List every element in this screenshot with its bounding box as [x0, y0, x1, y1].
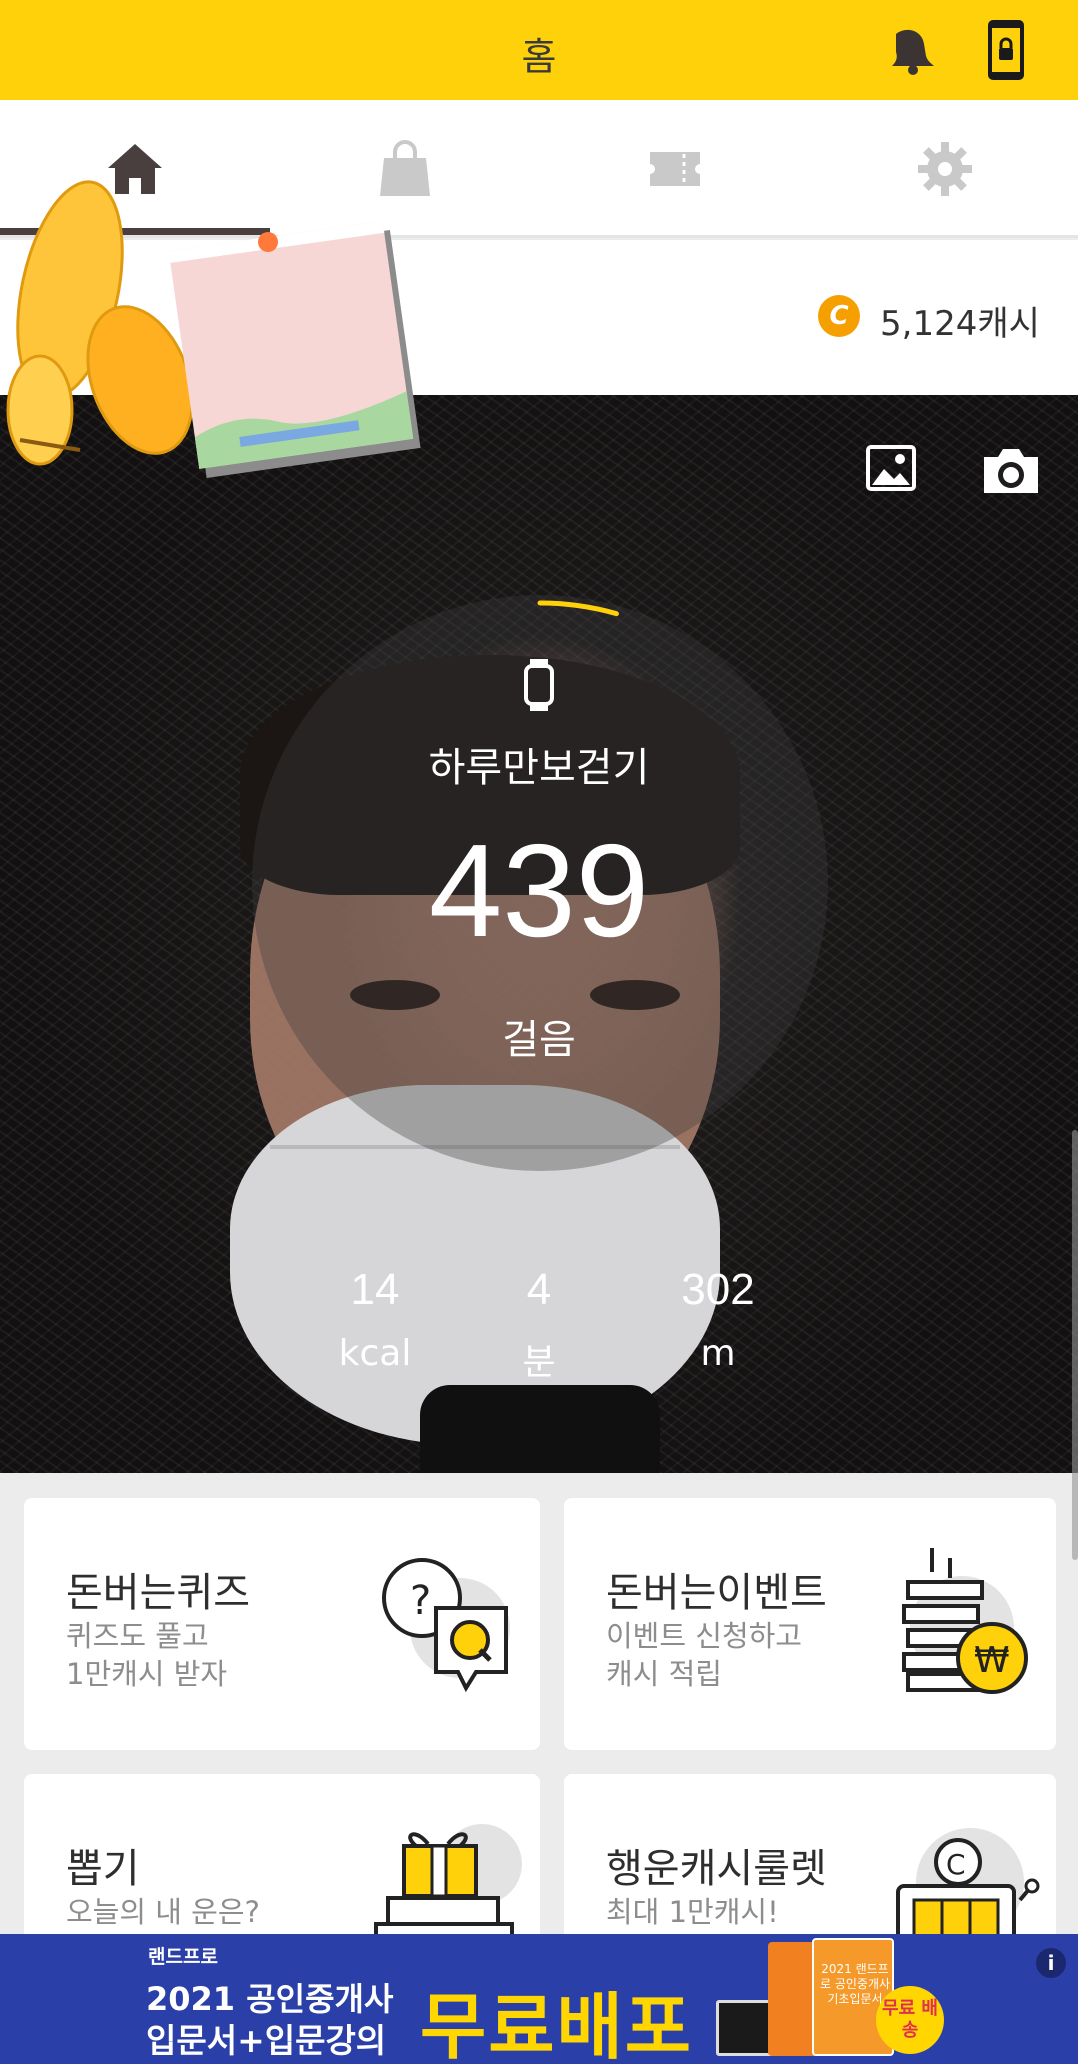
tab-ticket[interactable]: [540, 100, 810, 238]
card-subtitle: 퀴즈도 풀고: [66, 1619, 209, 1653]
card-title: 돈버는이벤트: [606, 1570, 827, 1616]
stat-value: 14: [350, 1265, 400, 1314]
ad-info-icon[interactable]: i: [1036, 1948, 1066, 1978]
notepad-sticker: [168, 222, 421, 478]
card-subtitle: 최대 1만캐시!: [606, 1895, 779, 1929]
step-count[interactable]: 439: [0, 815, 1078, 966]
watch-icon: [524, 659, 554, 711]
card-subtitle: 이벤트 신청하고: [606, 1619, 802, 1653]
phone-lock-icon[interactable]: [986, 18, 1026, 82]
coin-stack-icon: ₩: [902, 1548, 1028, 1694]
camera-icon[interactable]: [980, 445, 1042, 497]
card-subtitle: 오늘의 내 운은?: [66, 1895, 260, 1929]
step-unit: 걸음: [502, 1017, 576, 1063]
svg-text:₩: ₩: [974, 1640, 1010, 1681]
card-title: 행운캐시룰렛: [606, 1846, 827, 1892]
stat-value: 4: [526, 1265, 552, 1314]
slot-machine-icon: C: [896, 1828, 1040, 1938]
card-event[interactable]: 돈버는이벤트 이벤트 신청하고 캐시 적립 ₩: [564, 1498, 1056, 1750]
scrollbar[interactable]: [1072, 1130, 1078, 1560]
ad-banner[interactable]: 랜드프로 2021 공인중개사 입문서+입문강의 무료배포 2021 랜드프로 …: [0, 1934, 1078, 2064]
gear-icon: [918, 142, 972, 196]
stat-minutes: 4 분: [449, 1265, 629, 1385]
stat-value: 302: [681, 1265, 755, 1314]
stat-unit: 분: [522, 1342, 556, 1383]
coin-icon: C: [818, 295, 860, 337]
card-quiz[interactable]: 돈버는퀴즈 퀴즈도 풀고 1만캐시 받자 ?: [24, 1498, 540, 1750]
card-subtitle: 캐시 적립: [606, 1657, 722, 1691]
quiz-icon: ?: [382, 1558, 510, 1693]
walker-label: 하루만보걷기: [428, 745, 650, 791]
svg-text:C: C: [946, 1848, 966, 1881]
card-title: 돈버는퀴즈: [66, 1570, 250, 1616]
stat-unit: kcal: [338, 1333, 412, 1374]
ad-headline: 무료배포: [420, 1985, 693, 2064]
top-app-bar: 홈: [0, 0, 1078, 100]
stat-unit: m: [700, 1333, 736, 1374]
gallery-icon[interactable]: [866, 445, 916, 491]
ticket-icon: [650, 152, 700, 186]
cash-balance: 5,124캐시: [880, 304, 1040, 344]
background-photo: 하루만보걷기 439 걸음 14 kcal 4 분 302 m: [0, 395, 1078, 1473]
stat-distance: 302 m: [628, 1265, 808, 1374]
ad-text-line2: 입문서+입문강의: [146, 2021, 387, 2060]
stat-calories: 14 kcal: [285, 1265, 465, 1374]
ad-free-shipping-badge: 무료 배송: [876, 1986, 944, 2054]
card-subtitle: 1만캐시 받자: [66, 1657, 228, 1691]
gift-icon: [374, 1824, 522, 1934]
card-title: 뽑기: [66, 1846, 140, 1892]
photo-collar: [420, 1385, 660, 1473]
bell-icon[interactable]: [882, 26, 938, 76]
shopping-bag-icon: [380, 140, 430, 196]
tab-settings[interactable]: [810, 100, 1078, 238]
svg-text:?: ?: [410, 1578, 431, 1624]
ad-brand: 랜드프로: [148, 1946, 218, 1968]
tab-shop[interactable]: [270, 100, 540, 238]
